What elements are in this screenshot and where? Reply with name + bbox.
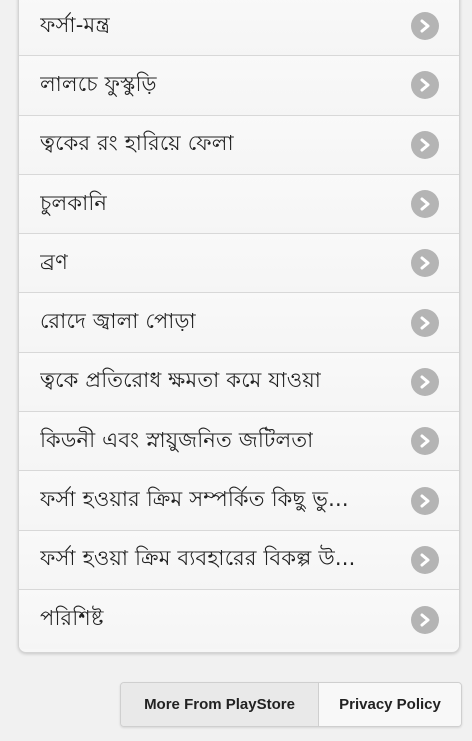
list-item-label: কিডনী এবং স্নায়ুজনিত জটিলতা [40,427,314,452]
chevron-right-icon [411,605,439,634]
list-item-label: ফর্সা হওয়া ক্রিম ব্যবহারের বিকল্প উ... [40,546,356,571]
list-item[interactable]: ফর্সা হওয়া ক্রিম ব্যবহারের বিকল্প উ... [19,530,459,590]
list-item-label: ব্রণ [40,249,69,274]
list-item-label: ত্বকে প্রতিরোধ ক্ষমতা কমে যাওয়া [40,368,322,393]
list-item[interactable]: পরিশিষ্ট [19,589,459,650]
list-item-label: ফর্সা হওয়ার ক্রিম সম্পর্কিত কিছু ভু... [40,487,349,512]
footer-button-group: More From PlayStore Privacy Policy [120,682,462,727]
chevron-right-icon [411,486,439,515]
chevron-right-icon [411,308,439,337]
list-item-label: রোদে জ্বালা পোড়া [40,309,196,334]
menu-list: ফর্সা-মন্ত্র লালচে ফুস্কুড়ি ত্বকের রং হ… [18,0,460,653]
list-item-label: পরিশিষ্ট [40,606,104,631]
chevron-right-icon [411,71,439,100]
chevron-right-icon [411,427,439,456]
list-item[interactable]: ব্রণ [19,234,459,294]
list-item[interactable]: কিডনী এবং স্নায়ুজনিত জটিলতা [19,412,459,472]
list-item[interactable]: ত্বকে প্রতিরোধ ক্ষমতা কমে যাওয়া [19,352,459,413]
chevron-right-icon [411,130,439,159]
list-item-label: চুলকানি [40,190,108,215]
list-item[interactable]: রোদে জ্বালা পোড়া [19,293,459,353]
chevron-right-icon [411,545,439,574]
chevron-right-icon [411,190,439,219]
chevron-right-icon [411,249,439,278]
list-item[interactable]: ফর্সা হওয়ার ক্রিম সম্পর্কিত কিছু ভু... [19,471,459,531]
chevron-right-icon [411,367,439,396]
more-from-playstore-button[interactable]: More From PlayStore [121,683,319,726]
list-item[interactable]: চুলকানি [19,174,459,235]
list-item[interactable]: লালচে ফুস্কুড়ি [19,56,459,116]
list-item-label: ত্বকের রং হারিয়ে ফেলা [40,131,234,156]
privacy-policy-button[interactable]: Privacy Policy [319,683,461,726]
list-item-label: লালচে ফুস্কুড়ি [40,71,157,96]
list-item-label: ফর্সা-মন্ত্র [40,12,111,37]
list-item[interactable]: ফর্সা-মন্ত্র [19,0,459,57]
chevron-right-icon [411,12,439,41]
list-item[interactable]: ত্বকের রং হারিয়ে ফেলা [19,115,459,175]
